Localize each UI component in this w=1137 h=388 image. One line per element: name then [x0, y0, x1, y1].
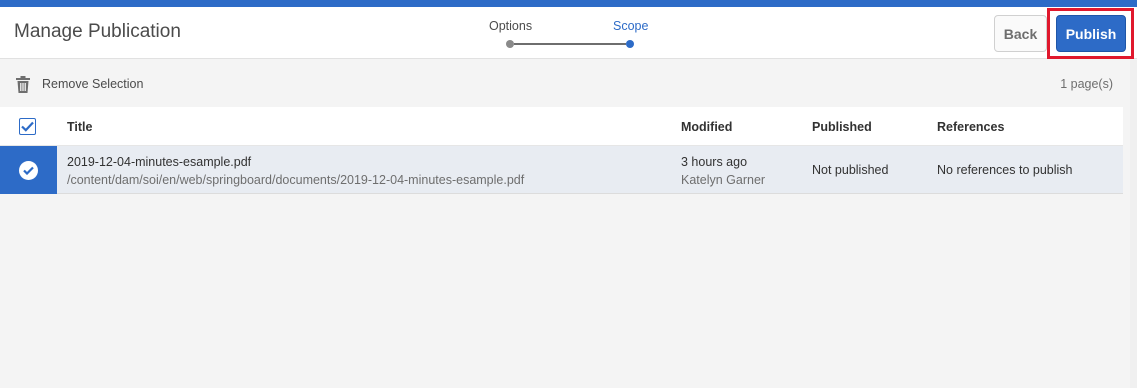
step-scope-dot[interactable]: [626, 40, 634, 48]
select-all-checkbox[interactable]: [19, 118, 36, 135]
checkbox-icon: [21, 121, 34, 132]
step-connector: [514, 43, 626, 45]
step-options-dot[interactable]: [506, 40, 514, 48]
row-select-toggle[interactable]: [0, 146, 57, 194]
step-options-label[interactable]: Options: [489, 19, 532, 33]
scrollbar[interactable]: [1130, 60, 1137, 388]
header: Manage Publication Options Scope Back Pu…: [0, 7, 1137, 59]
row-path: /content/dam/soi/en/web/springboard/docu…: [67, 173, 525, 187]
top-accent-bar: [0, 0, 1137, 7]
row-modified-time: 3 hours ago: [681, 155, 748, 169]
table-row[interactable]: 2019-12-04-minutes-esample.pdf /content/…: [0, 146, 1123, 194]
column-header-published[interactable]: Published: [812, 120, 872, 134]
back-button[interactable]: Back: [994, 15, 1047, 52]
remove-selection-button[interactable]: Remove Selection: [42, 77, 143, 91]
column-header-title[interactable]: Title: [67, 120, 92, 134]
step-scope-label[interactable]: Scope: [613, 19, 648, 33]
wizard-steps: Options Scope: [480, 7, 660, 59]
column-header-modified[interactable]: Modified: [681, 120, 732, 134]
row-title: 2019-12-04-minutes-esample.pdf: [67, 155, 252, 169]
trash-icon[interactable]: [15, 76, 31, 93]
column-header-references[interactable]: References: [937, 120, 1004, 134]
row-references: No references to publish: [937, 163, 1073, 177]
page-title: Manage Publication: [14, 21, 181, 42]
row-published-status: Not published: [812, 163, 889, 177]
page-count: 1 page(s): [1060, 77, 1113, 91]
check-circle-icon: [19, 160, 38, 180]
publish-button[interactable]: Publish: [1056, 15, 1126, 52]
action-bar: Remove Selection 1 page(s): [0, 60, 1137, 106]
table-header: Title Modified Published References: [0, 107, 1123, 146]
row-modified-by: Katelyn Garner: [681, 173, 766, 187]
